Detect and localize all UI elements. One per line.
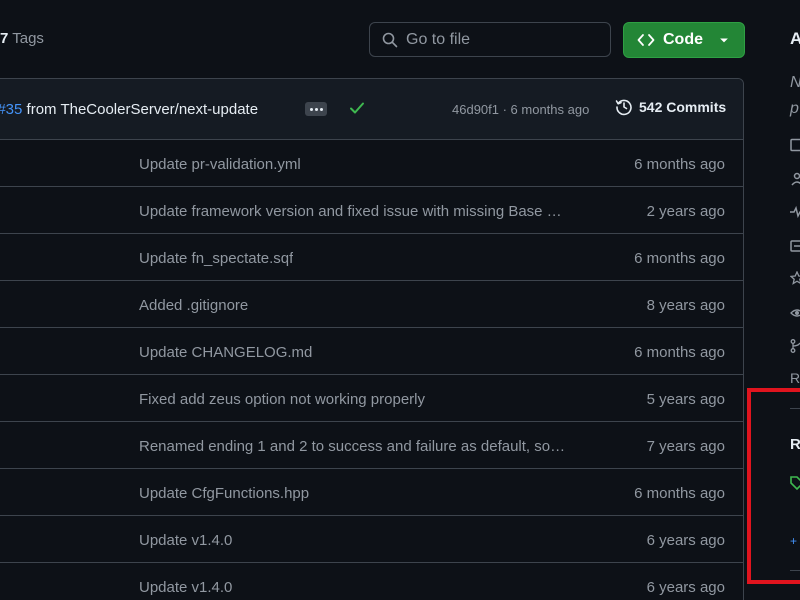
go-to-file-input[interactable] bbox=[406, 30, 596, 49]
table-row: Update v1.4.0 6 years ago bbox=[0, 563, 743, 600]
go-to-file-search[interactable] bbox=[369, 22, 611, 57]
sidebar-divider bbox=[790, 570, 800, 571]
releases-heading[interactable]: R bbox=[790, 436, 800, 453]
ellipsis-icon bbox=[314, 107, 318, 111]
commit-message-link[interactable]: Update v1.4.0 bbox=[139, 579, 232, 596]
code-button[interactable]: Code bbox=[623, 22, 745, 58]
table-row: Update framework version and fixed issue… bbox=[0, 187, 743, 234]
history-icon bbox=[615, 99, 632, 116]
star-icon bbox=[790, 271, 800, 285]
law-icon bbox=[791, 172, 800, 186]
about-description: N p bbox=[790, 70, 800, 122]
commit-time: 6 months ago bbox=[634, 344, 725, 361]
tags-link[interactable]: 7 Tags bbox=[0, 30, 44, 47]
repository-page: 7 Tags Code t #35 from TheCoolerServer/n… bbox=[0, 0, 800, 600]
fork-icon bbox=[790, 339, 800, 353]
table-row: Renamed ending 1 and 2 to success and fa… bbox=[0, 422, 743, 469]
eye-icon bbox=[790, 309, 800, 317]
about-sidebar: A N p R R bbox=[790, 0, 800, 600]
code-button-label: Code bbox=[663, 31, 703, 48]
code-icon bbox=[637, 34, 655, 46]
latest-commit-message[interactable]: t #35 from TheCoolerServer/next-update bbox=[0, 101, 258, 118]
pull-request-link[interactable]: #35 bbox=[0, 101, 22, 118]
search-icon bbox=[382, 32, 398, 47]
table-row: Update CfgFunctions.hpp 6 months ago bbox=[0, 469, 743, 516]
expand-commit-button[interactable] bbox=[305, 102, 327, 116]
commit-message-link[interactable]: Update framework version and fixed issue… bbox=[139, 203, 562, 220]
commit-message-link[interactable]: Update fn_spectate.sqf bbox=[139, 250, 293, 267]
commit-message-link[interactable]: Update CHANGELOG.md bbox=[139, 344, 312, 361]
commit-message-link[interactable]: Update CfgFunctions.hpp bbox=[139, 485, 309, 502]
description-line: p bbox=[790, 100, 799, 117]
pulse-icon bbox=[790, 205, 800, 219]
table-row: Update CHANGELOG.md 6 months ago bbox=[0, 328, 743, 375]
tag-icon bbox=[790, 476, 800, 490]
commit-time: 5 years ago bbox=[646, 391, 725, 408]
description-line: N bbox=[790, 70, 800, 96]
commit-message-link[interactable]: Update pr-validation.yml bbox=[139, 156, 301, 173]
table-row: Update v1.4.0 6 years ago bbox=[0, 516, 743, 563]
about-heading: A bbox=[790, 29, 800, 48]
ellipsis-icon bbox=[319, 107, 323, 111]
commit-sha-and-time[interactable]: 46d90f1 · 6 months ago bbox=[452, 102, 589, 117]
list-icon bbox=[790, 240, 800, 252]
commit-time: 2 years ago bbox=[646, 203, 725, 220]
commit-time: 6 months ago bbox=[634, 485, 725, 502]
commit-message-link[interactable]: Renamed ending 1 and 2 to success and fa… bbox=[139, 438, 565, 455]
ellipsis-icon bbox=[309, 107, 313, 111]
commit-message-link[interactable]: Added .gitignore bbox=[139, 297, 248, 314]
table-row: Update fn_spectate.sqf 6 months ago bbox=[0, 234, 743, 281]
commit-message-link[interactable]: Update v1.4.0 bbox=[139, 532, 232, 549]
commit-time: 6 months ago bbox=[634, 156, 725, 173]
commit-time: 6 months ago bbox=[634, 250, 725, 267]
tags-count: 7 bbox=[0, 30, 9, 47]
commit-time: 7 years ago bbox=[646, 438, 725, 455]
more-releases-link[interactable]: + bbox=[790, 534, 797, 548]
commits-history-link[interactable]: 542 Commits bbox=[615, 98, 726, 116]
table-row: Update pr-validation.yml 6 months ago bbox=[0, 140, 743, 187]
table-row: Fixed add zeus option not working proper… bbox=[0, 375, 743, 422]
commit-time: 6 years ago bbox=[646, 532, 725, 549]
table-row: Added .gitignore 8 years ago bbox=[0, 281, 743, 328]
commits-count-label: 542 Commits bbox=[639, 99, 727, 115]
commit-message-link[interactable]: Fixed add zeus option not working proper… bbox=[139, 391, 425, 408]
triangle-down-icon bbox=[720, 38, 728, 43]
latest-commit-bar: t #35 from TheCoolerServer/next-update 4… bbox=[0, 79, 743, 140]
tags-label: Tags bbox=[12, 30, 44, 47]
sidebar-divider bbox=[790, 408, 800, 409]
commit-time: 8 years ago bbox=[646, 297, 725, 314]
commit-message-suffix: from TheCoolerServer/next-update bbox=[26, 101, 259, 118]
check-icon[interactable] bbox=[348, 99, 366, 117]
book-icon bbox=[790, 138, 800, 152]
report-repository-link[interactable]: R bbox=[790, 370, 800, 386]
commit-time: 6 years ago bbox=[646, 579, 725, 596]
file-table: t #35 from TheCoolerServer/next-update 4… bbox=[0, 78, 744, 600]
